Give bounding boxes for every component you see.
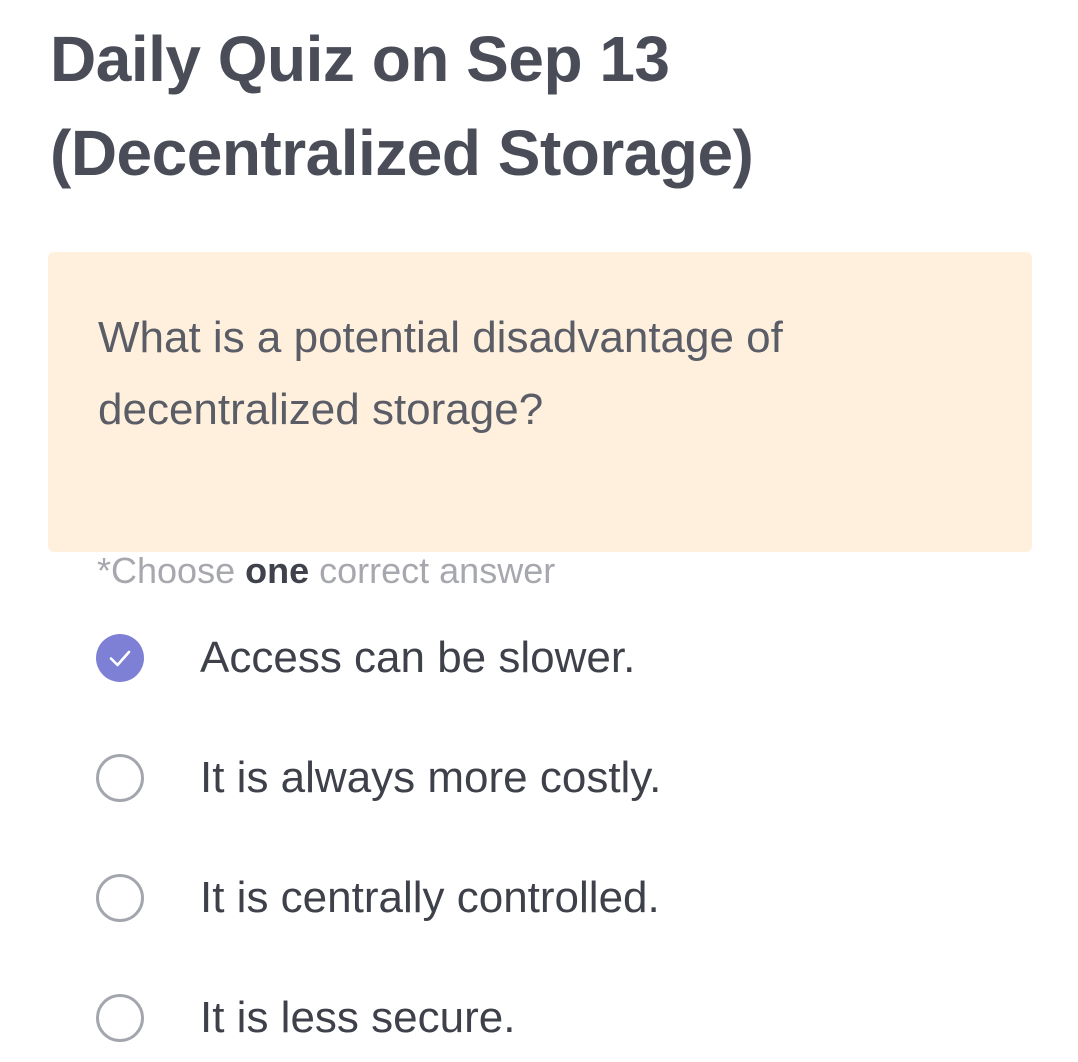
radio-empty-icon[interactable] xyxy=(96,754,144,802)
instruction-emphasis: one xyxy=(245,550,310,591)
answer-option-1[interactable]: Access can be slower. xyxy=(96,630,635,686)
question-text-line-2: decentralized storage? xyxy=(98,385,544,434)
answer-option-label: It is always more costly. xyxy=(200,753,662,802)
answer-option-label: It is less secure. xyxy=(200,993,516,1042)
quiz-title-line-1: Daily Quiz on Sep 13 xyxy=(50,23,670,95)
instruction-suffix: correct answer xyxy=(309,550,556,591)
answer-instruction: *Choose one correct answer xyxy=(97,546,555,596)
radio-empty-icon[interactable] xyxy=(96,874,144,922)
question-text-line-1: What is a potential disadvantage of xyxy=(98,313,783,362)
answer-option-2[interactable]: It is always more costly. xyxy=(96,750,661,806)
quiz-title-line-2: (Decentralized Storage) xyxy=(50,117,754,189)
answer-option-4[interactable]: It is less secure. xyxy=(96,990,515,1046)
answer-option-3[interactable]: It is centrally controlled. xyxy=(96,870,660,926)
radio-empty-icon[interactable] xyxy=(96,994,144,1042)
question-text: What is a potential disadvantage of dece… xyxy=(98,302,998,446)
check-circle-icon[interactable] xyxy=(96,634,144,682)
answer-option-label: Access can be slower. xyxy=(200,633,636,682)
answer-option-label: It is centrally controlled. xyxy=(200,873,660,922)
instruction-prefix: *Choose xyxy=(97,550,246,591)
quiz-title: Daily Quiz on Sep 13 (Decentralized Stor… xyxy=(50,12,1050,200)
